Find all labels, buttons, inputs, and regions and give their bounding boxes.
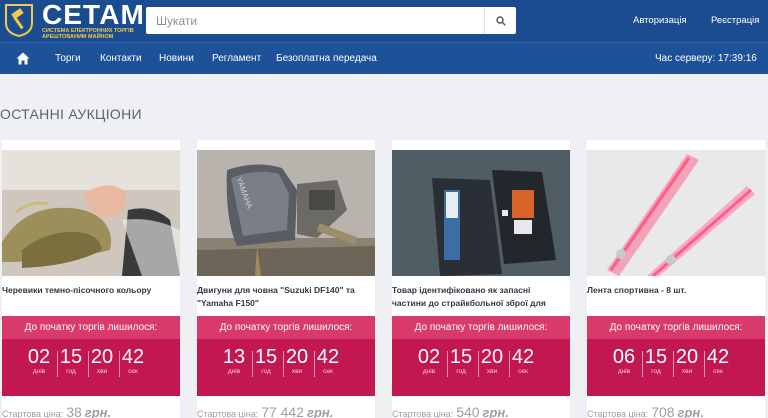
- seconds-label: сек: [713, 368, 723, 375]
- auction-card[interactable]: Черевики темно-пісочного кольору До поча…: [2, 140, 180, 418]
- auction-card[interactable]: Товар ідентифіковано як запасні частини …: [392, 140, 570, 418]
- card-title[interactable]: Лента спортивна - 8 шт.: [587, 284, 753, 297]
- nav-item-news[interactable]: Новини: [159, 53, 194, 64]
- countdown-caption: До початку торгів лишилося:: [392, 316, 570, 339]
- countdown-seconds: 42: [316, 346, 340, 368]
- seconds-label: сек: [128, 368, 138, 375]
- nav-item-contacts[interactable]: Контакти: [100, 53, 142, 64]
- seconds-label: сек: [518, 368, 528, 375]
- countdown-caption: До початку торгів лишилося:: [2, 316, 180, 339]
- countdown-timer: До початку торгів лишилося: 02 днів 15 год…: [2, 316, 180, 396]
- start-price-value: 540: [456, 404, 480, 418]
- search-button[interactable]: [484, 7, 516, 34]
- start-price-label: Стартова ціна:: [197, 409, 259, 418]
- start-price-label: Стартова ціна:: [2, 409, 64, 418]
- countdown-days: 13: [222, 346, 246, 368]
- currency-label: грн.: [482, 405, 509, 418]
- hours-label: год: [651, 368, 661, 375]
- seconds-label: сек: [323, 368, 333, 375]
- start-price-value: 38: [66, 404, 82, 418]
- start-price-label: Стартова ціна:: [392, 409, 454, 418]
- search-icon: [495, 15, 506, 26]
- countdown-days: 02: [27, 346, 51, 368]
- countdown-caption: До початку торгів лишилося:: [197, 316, 375, 339]
- minutes-label: хви: [681, 368, 693, 375]
- countdown-minutes: 20: [480, 346, 504, 368]
- item-photo-sport-tape[interactable]: [587, 150, 765, 276]
- countdown-seconds: 42: [511, 346, 535, 368]
- start-price: Стартова ціна: 77 442 грн.: [197, 404, 333, 418]
- gavel-emblem-icon: [5, 4, 33, 37]
- countdown-timer: До початку торгів лишилося: 13 днів 15 год…: [197, 316, 375, 396]
- countdown-timer: До початку торгів лишилося: 06 днів 15 год…: [587, 316, 765, 396]
- countdown-minutes: 20: [675, 346, 699, 368]
- countdown-seconds: 42: [706, 346, 730, 368]
- section-title: ОСТАННІ АУКЦІОНИ: [0, 106, 142, 122]
- server-time: Час серверу: 17:39:16: [655, 53, 757, 64]
- login-link[interactable]: Авторизація: [633, 15, 687, 26]
- days-label: днів: [32, 368, 46, 375]
- start-price-label: Стартова ціна:: [587, 409, 649, 418]
- site-logo[interactable]: СЕТАМ СИСТЕМА ЕЛЕКТРОННИХ ТОРГІВ АРЕШТОВ…: [4, 0, 145, 40]
- search-box: [146, 7, 516, 34]
- item-photo-airsoft-parts[interactable]: [392, 150, 570, 276]
- start-price: Стартова ціна: 708 грн.: [587, 404, 704, 418]
- nav-item-regulations[interactable]: Регламент: [212, 53, 261, 64]
- main-nav: Торги Контакти Новини Регламент Безоплат…: [0, 42, 768, 74]
- minutes-label: хви: [486, 368, 498, 375]
- minutes-label: хви: [291, 368, 303, 375]
- days-label: днів: [227, 368, 241, 375]
- countdown-days: 02: [417, 346, 441, 368]
- countdown-hours: 15: [449, 346, 473, 368]
- nav-item-auctions[interactable]: Торги: [55, 53, 81, 64]
- countdown-hours: 15: [59, 346, 83, 368]
- logo-subtitle: СИСТЕМА ЕЛЕКТРОННИХ ТОРГІВ АРЕШТОВАНИМ М…: [42, 28, 134, 40]
- item-photo-boat-engines[interactable]: YAMAHA: [197, 150, 375, 276]
- countdown-hours: 15: [644, 346, 668, 368]
- logo-title: СЕТАМ: [42, 0, 145, 30]
- countdown-minutes: 20: [285, 346, 309, 368]
- countdown-minutes: 20: [90, 346, 114, 368]
- start-price-value: 708: [651, 404, 675, 418]
- start-price: Стартова ціна: 540 грн.: [392, 404, 509, 418]
- hours-label: год: [261, 368, 271, 375]
- search-input[interactable]: [146, 7, 482, 34]
- auction-card[interactable]: YAMAHA Двигуни для човна "Suzuki DF140" …: [197, 140, 375, 418]
- countdown-caption: До початку торгів лишилося:: [587, 316, 765, 339]
- countdown-days: 06: [612, 346, 636, 368]
- countdown-hours: 15: [254, 346, 278, 368]
- currency-label: грн.: [307, 405, 334, 418]
- nav-item-free-transfer[interactable]: Безоплатна передача: [276, 53, 377, 64]
- home-icon[interactable]: [16, 52, 30, 65]
- card-title[interactable]: Черевики темно-пісочного кольору: [2, 284, 168, 297]
- start-price: Стартова ціна: 38 грн.: [2, 404, 111, 418]
- site-header: СЕТАМ СИСТЕМА ЕЛЕКТРОННИХ ТОРГІВ АРЕШТОВ…: [0, 0, 768, 42]
- days-label: днів: [422, 368, 436, 375]
- minutes-label: хви: [96, 368, 108, 375]
- start-price-value: 77 442: [261, 404, 305, 418]
- hours-label: год: [66, 368, 76, 375]
- countdown-seconds: 42: [121, 346, 145, 368]
- item-photo-shoes[interactable]: [2, 150, 180, 276]
- register-link[interactable]: Реєстрація: [711, 15, 759, 26]
- currency-label: грн.: [677, 405, 704, 418]
- card-title[interactable]: Товар ідентифіковано як запасні частини …: [392, 284, 558, 310]
- currency-label: грн.: [84, 405, 112, 418]
- countdown-timer: До початку торгів лишилося: 02 днів 15 год…: [392, 316, 570, 396]
- hours-label: год: [456, 368, 466, 375]
- auction-card[interactable]: Лента спортивна - 8 шт. До початку торгі…: [587, 140, 765, 418]
- card-title[interactable]: Двигуни для човна "Suzuki DF140" та "Yam…: [197, 284, 363, 310]
- days-label: днів: [617, 368, 631, 375]
